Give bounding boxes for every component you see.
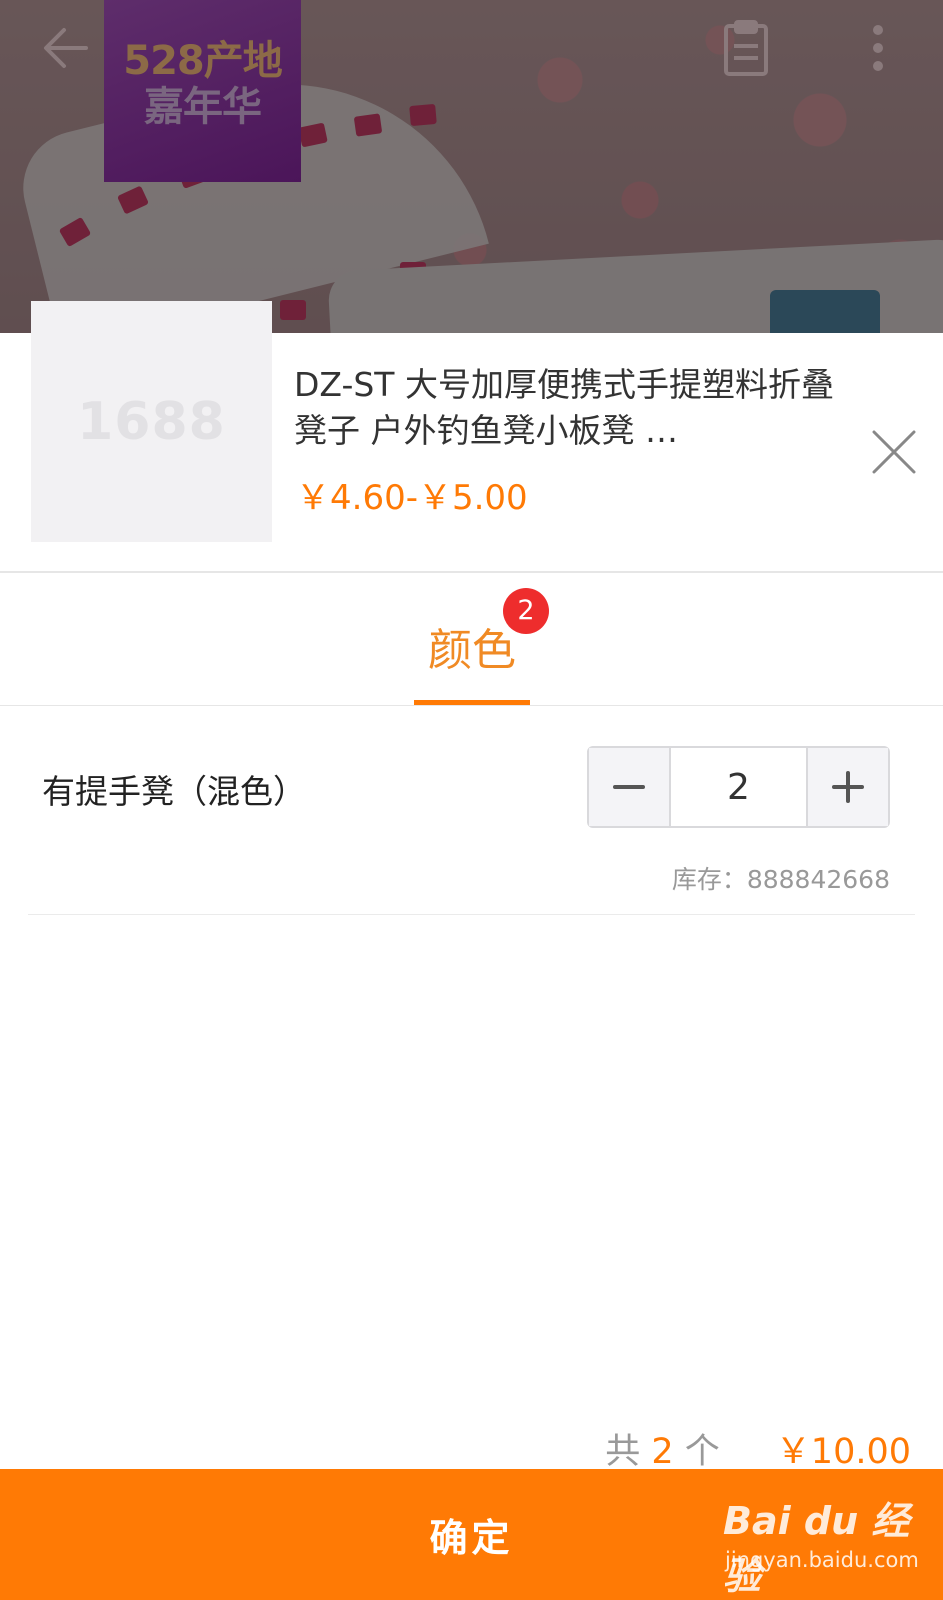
summary-suffix: 个 [673, 1432, 720, 1472]
baidu-jingyan-watermark: Bai du 经验 jingyan.baidu.com [723, 1490, 923, 1598]
divider [0, 705, 943, 706]
product-title: DZ-ST 大号加厚便携式手提塑料折叠凳子 户外钓鱼凳小板凳 … [294, 365, 834, 450]
divider [0, 571, 943, 573]
product-image-backdrop: 528产地 嘉年华 [0, 0, 943, 333]
clipboard-button[interactable] [718, 18, 778, 78]
tab-color[interactable]: 颜色 2 [400, 582, 549, 705]
product-thumbnail: 1688 [31, 301, 272, 542]
back-button[interactable] [38, 18, 98, 78]
stock-count: 库存：888842668 [671, 865, 890, 894]
sku-option-name: 有提手凳（混色） [42, 772, 306, 811]
minus-icon [613, 785, 645, 789]
back-arrow-icon [44, 28, 88, 68]
watermark-url: jingyan.baidu.com [725, 1548, 919, 1572]
quantity-stepper: 2 [587, 746, 890, 828]
divider [28, 914, 915, 915]
thumbnail-placeholder-text: 1688 [77, 391, 226, 452]
close-button[interactable] [870, 428, 918, 476]
more-button[interactable] [848, 18, 908, 78]
order-summary: 共 2 个 ￥10.00 [605, 1423, 911, 1474]
decrease-button[interactable] [589, 748, 669, 826]
summary-count: 2 [651, 1432, 674, 1472]
confirm-label: 确定 [429, 1516, 514, 1560]
plus-icon [832, 771, 864, 803]
promo-badge-line1: 528产地 [123, 38, 283, 84]
promo-badge: 528产地 嘉年华 [104, 0, 301, 182]
quantity-input[interactable]: 2 [669, 748, 808, 826]
tab-color-count-badge: 2 [503, 588, 549, 634]
watermark-brand: Bai du 经验 [723, 1499, 910, 1598]
clipboard-icon [724, 20, 768, 76]
summary-total-price: ￥10.00 [775, 1432, 911, 1472]
promo-badge-line2: 嘉年华 [144, 84, 262, 130]
summary-prefix: 共 [605, 1432, 652, 1472]
close-icon [872, 430, 916, 474]
increase-button[interactable] [808, 748, 888, 826]
more-vertical-icon [873, 25, 883, 71]
product-price-range: ￥4.60-￥5.00 [296, 478, 528, 518]
